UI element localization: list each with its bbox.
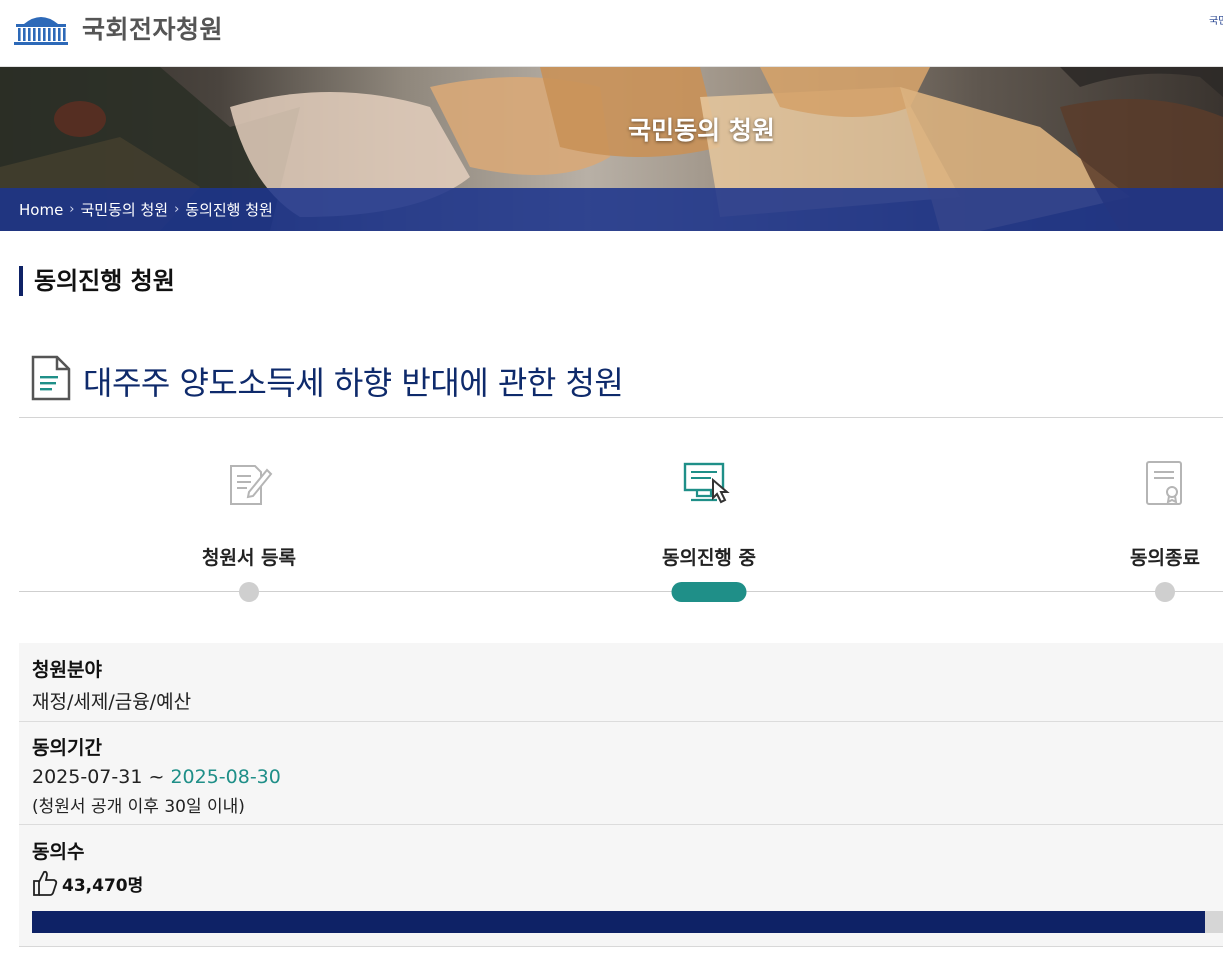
breadcrumb: Home › 국민동의 청원 › 동의진행 청원 [0,188,1223,231]
site-header: 국회전자청원 국민 미래 [0,0,1223,67]
breadcrumb-national-consent[interactable]: 국민동의 청원 [81,199,169,220]
step-label-in-progress: 동의진행 중 [661,547,757,569]
period-separator: ~ [148,766,165,788]
petition-header: 대주주 양도소득세 하향 반대에 관한 청원 [19,340,1223,418]
period-label: 동의기간 [32,737,102,759]
count-value: 43,470명 [62,875,144,896]
pencil-document-icon [230,465,273,505]
step-dot-registration [239,582,259,602]
site-logo-text: 국회전자청원 [82,15,224,44]
thumbs-up-icon [33,870,58,896]
consent-count: 43,470명 [32,869,143,897]
field-value: 재정/세제/금융/예산 [32,691,192,713]
assembly-building-icon [14,17,68,45]
chevron-right-icon: › [69,202,75,217]
header-right-link[interactable]: 국민 미래 [1209,16,1223,28]
breadcrumb-home[interactable]: Home [19,201,63,219]
period-value: 2025-07-31 ~ 2025-08-30 [32,766,281,788]
period-end: 2025-08-30 [170,766,281,788]
chevron-right-icon: › [174,202,180,217]
petition-info: 청원분야 재정/세제/금융/예산 동의기간 2025-07-31 ~ 2025-… [19,643,1223,947]
hero-banner: 국민동의 청원 Home › 국민동의 청원 › 동의진행 청원 [0,67,1223,231]
step-dot-closed [1155,582,1175,602]
consent-progress-bar [32,911,1223,933]
step-label-registration: 청원서 등록 [201,547,297,569]
banner-title: 국민동의 청원 [628,116,775,145]
progress-steps: 청원서 등록 동의진행 중 동의종료 [19,440,1223,610]
period-note: (청원서 공개 이후 30일 이내) [32,797,245,817]
field-label: 청원분야 [32,659,102,681]
monitor-click-icon [683,462,730,504]
steps-track [19,591,1223,592]
breadcrumb-current[interactable]: 동의진행 청원 [185,199,273,220]
page-title: 동의진행 청원 [19,266,175,296]
petition-title: 대주주 양도소득세 하향 반대에 관한 청원 [83,364,624,402]
count-label: 동의수 [32,841,85,863]
info-row-field: 청원분야 재정/세제/금융/예산 [19,643,1223,722]
step-dot-in-progress [671,582,747,602]
step-label-closed: 동의종료 [1130,547,1200,569]
consent-progress-fill [32,911,1206,933]
info-row-period: 동의기간 2025-07-31 ~ 2025-08-30 (청원서 공개 이후 … [19,722,1223,825]
document-icon [31,355,71,401]
site-logo[interactable]: 국회전자청원 [12,10,223,46]
period-start: 2025-07-31 [32,766,143,788]
certificate-icon [1146,461,1182,505]
